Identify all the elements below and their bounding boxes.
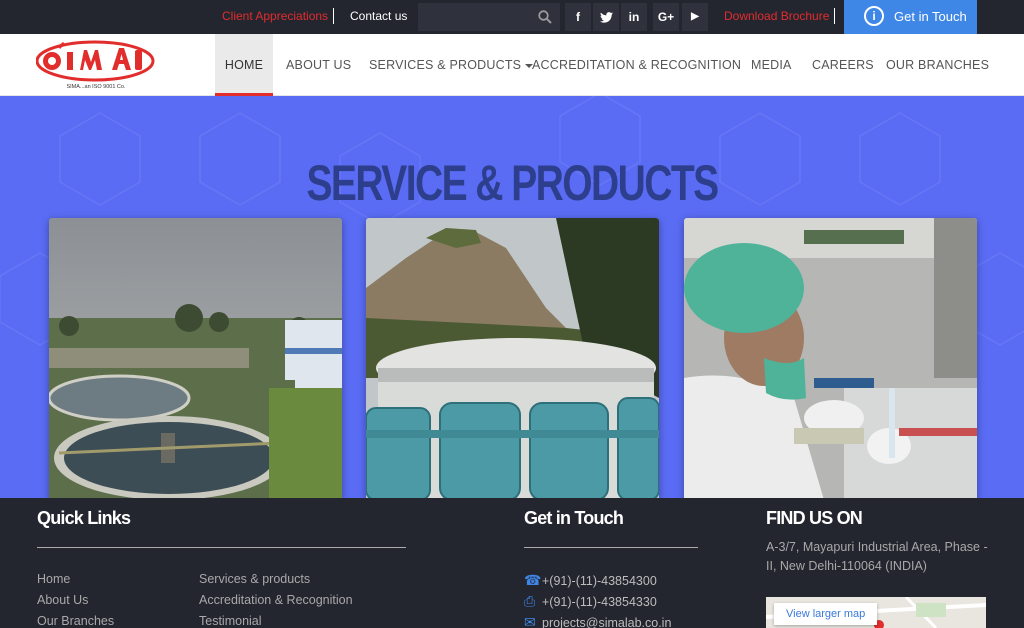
footer-link-about-us[interactable]: About Us [37, 593, 88, 607]
footer-link-our-branches[interactable]: Our Branches [37, 614, 114, 628]
contact-us-link[interactable]: Contact us [350, 9, 407, 23]
view-larger-map-button[interactable]: View larger map [774, 603, 878, 625]
get-in-touch-heading: Get in Touch [524, 508, 624, 528]
storage-tanks-image [366, 218, 659, 498]
search-input[interactable] [418, 3, 560, 31]
service-card-water-treatment[interactable] [49, 218, 342, 498]
nav-home[interactable]: HOME [215, 34, 273, 96]
fax-printer-icon: ⎙ [524, 593, 536, 609]
footer-link-accreditation[interactable]: Accreditation & Recognition [199, 593, 353, 607]
get-in-touch-label: Get in Touch [894, 9, 967, 24]
hero-title: SERVICE & PRODUCTS [306, 155, 719, 211]
address-text: A-3/7, Mayapuri Industrial Area, Phase -… [766, 540, 988, 573]
top-bar: Client Appreciations Contact us f in G+ … [0, 0, 1024, 34]
laboratory-scientist-image [684, 218, 977, 498]
main-navbar: SIMA...an ISO 9001 Co. HOME ABOUT US SER… [0, 34, 1024, 96]
nav-services-products[interactable]: SERVICES & PRODUCTS [369, 34, 534, 96]
phone-icon: ☎ [524, 572, 542, 588]
nav-services-products-label: SERVICES & PRODUCTS [369, 58, 522, 72]
fax-contact: ⎙ +(91)-(11)-43854330 [524, 593, 657, 610]
nav-careers[interactable]: CAREERS [812, 34, 874, 96]
divider [524, 547, 698, 548]
logo-tagline: SIMA...an ISO 9001 Co. [66, 84, 125, 90]
divider [834, 8, 835, 24]
linkedin-icon[interactable]: in [621, 3, 647, 31]
footer: Quick Links Home About Us Our Branches S… [0, 498, 1024, 628]
email-address: projects@simalab.co.in [542, 616, 672, 628]
location-map[interactable]: View larger map [766, 597, 986, 628]
twitter-icon[interactable] [593, 3, 619, 31]
sima-logo[interactable]: SIMA...an ISO 9001 Co. [36, 40, 156, 90]
service-card-laboratory[interactable] [684, 218, 977, 498]
phone-contact[interactable]: ☎+(91)-(11)-43854300 [524, 572, 657, 589]
service-card-tanks[interactable] [366, 218, 659, 498]
quick-links-heading: Quick Links [37, 508, 131, 528]
footer-link-home[interactable]: Home [37, 572, 70, 586]
get-in-touch-button[interactable]: i Get in Touch [844, 0, 977, 34]
nav-media[interactable]: MEDIA [751, 34, 792, 96]
download-brochure-link[interactable]: Download Brochure [724, 9, 829, 23]
google-plus-icon[interactable]: G+ [653, 3, 679, 31]
nav-about-us[interactable]: ABOUT US [286, 34, 351, 96]
youtube-icon[interactable]: ▶ [682, 3, 708, 31]
email-contact[interactable]: ✉ projects@simalab.co.in [524, 614, 671, 628]
nav-our-branches[interactable]: OUR BRANCHES [886, 34, 989, 96]
footer-link-services-products[interactable]: Services & products [199, 572, 310, 586]
search-icon[interactable] [538, 10, 552, 24]
fax-number: +(91)-(11)-43854330 [542, 595, 657, 609]
divider [37, 547, 406, 548]
facebook-icon[interactable]: f [565, 3, 591, 31]
envelope-icon: ✉ [524, 614, 536, 628]
divider [333, 8, 334, 24]
water-treatment-plant-image [49, 218, 342, 498]
services-hero: SERVICE & PRODUCTS [0, 96, 1024, 498]
find-us-heading: FIND US ON [766, 508, 863, 528]
info-icon: i [864, 6, 884, 26]
client-appreciations-link[interactable]: Client Appreciations [222, 9, 328, 23]
nav-accreditation-recognition[interactable]: ACCREDITATION & RECOGNITION [532, 34, 741, 96]
footer-link-testimonial[interactable]: Testimonial [199, 614, 262, 628]
phone-number: +(91)-(11)-43854300 [542, 574, 657, 588]
